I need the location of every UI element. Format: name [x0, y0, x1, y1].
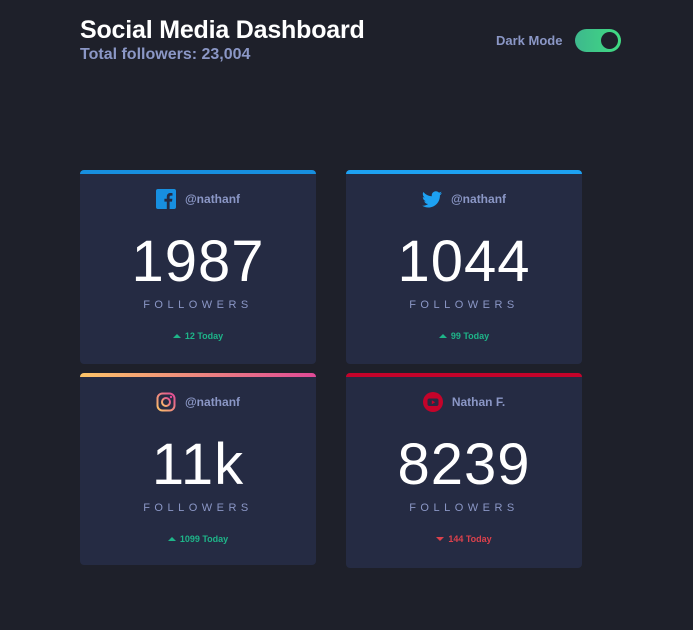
follower-count: 1987	[131, 229, 265, 294]
dark-mode-control: Dark Mode	[496, 29, 622, 52]
daily-change-text: 1099 Today	[179, 534, 229, 544]
card-facebook[interactable]: @nathanf 1987 FOLLOWERS 12 Today	[80, 170, 316, 364]
arrow-up-icon	[172, 334, 181, 338]
followers-label: FOLLOWERS	[409, 299, 519, 311]
card-topbar	[80, 373, 316, 377]
daily-change: 1099 Today	[80, 534, 316, 544]
arrow-up-icon	[167, 537, 176, 541]
card-instagram[interactable]: @nathanf 11k FOLLOWERS 1099 Today	[80, 373, 316, 565]
page-title: Social Media Dashboard	[80, 16, 365, 44]
card-topbar	[346, 170, 582, 174]
instagram-icon	[156, 392, 176, 412]
daily-change: 12 Today	[80, 331, 316, 341]
daily-change: 99 Today	[346, 331, 582, 341]
daily-change-text: 12 Today	[184, 331, 224, 341]
card-handle: Nathan F.	[451, 395, 506, 409]
daily-change-text: 99 Today	[450, 331, 490, 341]
follower-count: 1044	[397, 229, 531, 294]
card-topbar	[346, 373, 582, 377]
twitter-icon	[421, 189, 442, 209]
follower-count: 8239	[397, 432, 531, 497]
card-twitter[interactable]: @nathanf 1044 FOLLOWERS 99 Today	[346, 170, 582, 364]
card-topbar	[80, 170, 316, 174]
total-followers: Total followers: 23,004	[80, 46, 251, 63]
card-handle: @nathanf	[184, 395, 241, 409]
daily-change-text: 144 Today	[448, 534, 492, 544]
followers-label: FOLLOWERS	[409, 502, 519, 514]
followers-label: FOLLOWERS	[143, 299, 253, 311]
toggle-knob	[601, 32, 619, 49]
youtube-icon	[422, 392, 443, 412]
followers-label: FOLLOWERS	[143, 502, 253, 514]
card-handle-row: @nathanf	[80, 189, 316, 209]
card-handle-row: @nathanf	[80, 392, 316, 412]
facebook-icon	[155, 189, 176, 209]
daily-change: 144 Today	[346, 534, 582, 544]
card-handle: @nathanf	[450, 192, 507, 206]
dark-mode-toggle[interactable]	[575, 29, 622, 52]
follower-count: 11k	[151, 432, 245, 497]
card-handle-row: @nathanf	[346, 189, 582, 209]
card-youtube[interactable]: Nathan F. 8239 FOLLOWERS 144 Today	[346, 373, 582, 568]
card-handle-row: Nathan F.	[346, 392, 582, 412]
dashboard-page: Social Media Dashboard Total followers: …	[0, 0, 693, 630]
arrow-up-icon	[438, 334, 447, 338]
arrow-down-icon	[436, 537, 445, 541]
card-handle: @nathanf	[184, 192, 241, 206]
dark-mode-label: Dark Mode	[496, 33, 563, 48]
